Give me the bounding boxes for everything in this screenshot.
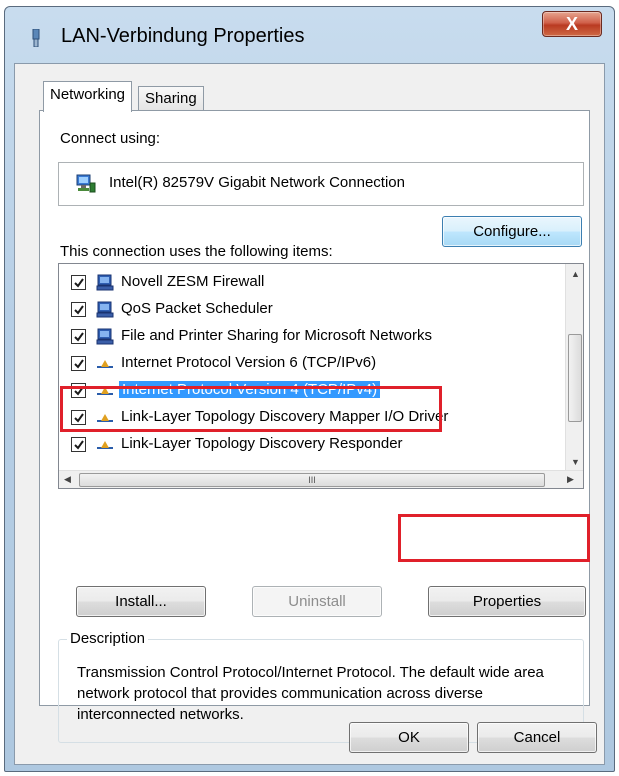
list-item[interactable]: File and Printer Sharing for Microsoft N… [59,324,567,351]
configure-button[interactable]: Configure... [442,216,582,247]
list-item[interactable]: Link-Layer Topology Discovery Mapper I/O… [59,405,567,432]
scroll-up-icon[interactable]: ▲ [571,269,580,279]
item-checkbox[interactable] [71,410,86,425]
adapter-name: Intel(R) 82579V Gigabit Network Connecti… [109,174,405,191]
network-client-icon [95,273,115,293]
properties-button[interactable]: Properties [428,586,586,617]
item-label: Link-Layer Topology Discovery Responder [121,435,403,452]
item-label: Internet Protocol Version 4 (TCP/IPv4) [119,381,381,398]
items-label: This connection uses the following items… [60,243,333,260]
vertical-scroll-thumb[interactable] [568,334,582,422]
vertical-scrollbar[interactable]: ▲ ▼ [565,264,583,472]
scroll-down-icon[interactable]: ▼ [571,457,580,467]
tab-sharing[interactable]: Sharing [138,86,204,112]
protocol-icon [95,408,115,428]
item-checkbox[interactable] [71,275,86,290]
item-checkbox[interactable] [71,437,86,452]
adapter-field: Intel(R) 82579V Gigabit Network Connecti… [58,162,584,206]
dialog-body: Networking Sharing Connect using: Intel(… [14,63,605,765]
list-item[interactable]: QoS Packet Scheduler [59,297,567,324]
item-label: Novell ZESM Firewall [121,273,265,290]
protocol-icon [95,435,115,455]
close-button[interactable]: X [542,11,602,37]
items-list[interactable]: Novell ZESM Firewall QoS Packet Schedule… [58,263,584,489]
horizontal-scrollbar[interactable]: ◀ III ▶ [59,470,583,488]
network-plug-icon [31,28,41,48]
window-title: LAN-Verbindung Properties [61,25,305,47]
item-label: File and Printer Sharing for Microsoft N… [121,327,432,344]
item-checkbox[interactable] [71,356,86,371]
item-label: QoS Packet Scheduler [121,300,273,317]
list-item[interactable]: Link-Layer Topology Discovery Responder [59,432,567,459]
cancel-button[interactable]: Cancel [477,722,597,753]
list-item[interactable]: Internet Protocol Version 4 (TCP/IPv4) [59,378,567,405]
list-item[interactable]: Internet Protocol Version 6 (TCP/IPv6) [59,351,567,378]
list-item[interactable]: Novell ZESM Firewall [59,270,567,297]
network-adapter-icon [75,173,97,195]
network-client-icon [95,327,115,347]
properties-dialog: LAN-Verbindung Properties X Networking S… [4,6,615,772]
protocol-icon [95,381,115,401]
install-button[interactable]: Install... [76,586,206,617]
horizontal-scroll-thumb[interactable]: III [79,473,545,487]
item-checkbox[interactable] [71,383,86,398]
protocol-icon [95,354,115,374]
network-client-icon [95,300,115,320]
uninstall-button[interactable]: Uninstall [252,586,382,617]
scroll-right-icon[interactable]: ▶ [567,474,574,485]
item-label: Link-Layer Topology Discovery Mapper I/O… [121,408,449,425]
tab-networking[interactable]: Networking [43,81,133,112]
item-checkbox[interactable] [71,329,86,344]
scroll-left-icon[interactable]: ◀ [64,474,71,485]
networking-panel: Connect using: Intel(R) 82579V Gigabit N… [39,110,590,743]
title-bar[interactable]: LAN-Verbindung Properties X [5,7,614,63]
connect-using-label: Connect using: [60,130,161,147]
grip-icon: III [308,475,316,485]
description-title: Description [67,630,149,647]
close-icon: X [565,13,578,34]
ok-button[interactable]: OK [349,722,469,753]
description-text: Transmission Control Protocol/Internet P… [77,664,544,723]
item-checkbox[interactable] [71,302,86,317]
item-label: Internet Protocol Version 6 (TCP/IPv6) [121,354,377,371]
